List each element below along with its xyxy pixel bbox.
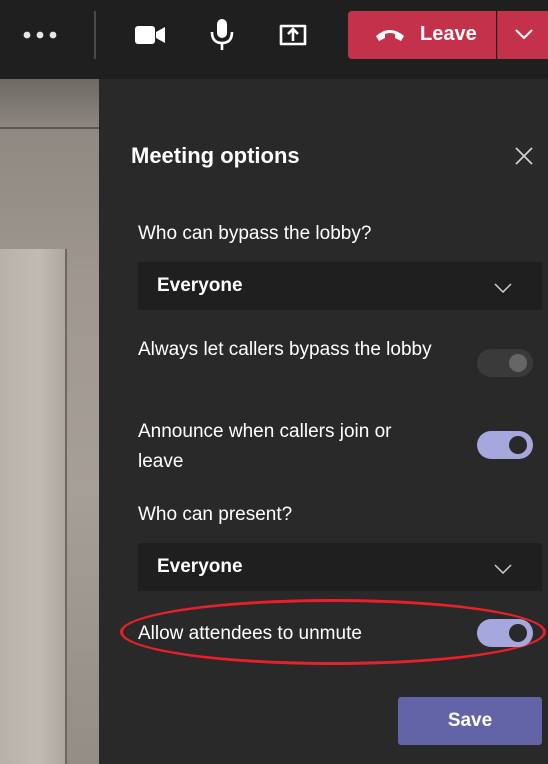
- toggle-knob: [509, 354, 527, 372]
- leave-options-button[interactable]: [497, 11, 548, 59]
- chevron-down-icon: [494, 561, 512, 579]
- callers-bypass-toggle[interactable]: [477, 349, 533, 377]
- close-icon[interactable]: [513, 145, 535, 167]
- callers-bypass-label: Always let callers bypass the lobby: [138, 339, 432, 360]
- bypass-lobby-value: Everyone: [157, 275, 243, 296]
- save-button[interactable]: Save: [398, 697, 542, 745]
- video-edge-line: [0, 127, 99, 129]
- share-screen-icon[interactable]: [271, 14, 315, 56]
- leave-button[interactable]: Leave: [348, 11, 496, 59]
- panel-title: Meeting options: [131, 143, 300, 168]
- toolbar-divider: [94, 11, 96, 59]
- present-dropdown[interactable]: Everyone: [138, 543, 542, 591]
- chevron-down-icon: [494, 280, 512, 298]
- present-value: Everyone: [157, 556, 243, 577]
- teams-meeting-window: Leave Meeting options Who can bypass the…: [0, 0, 548, 764]
- more-dots-icon[interactable]: [18, 18, 62, 52]
- bypass-lobby-label: Who can bypass the lobby?: [138, 223, 372, 244]
- allow-unmute-toggle[interactable]: [477, 619, 533, 647]
- chevron-down-icon: [514, 26, 533, 44]
- video-ceiling: [0, 79, 99, 127]
- announce-callers-label: Announce when callers join or leave: [138, 421, 392, 472]
- video-camera-icon[interactable]: [128, 14, 172, 56]
- leave-label: Leave: [420, 23, 477, 45]
- video-wall-panel: [0, 249, 67, 764]
- microphone-icon[interactable]: [200, 14, 244, 56]
- meeting-options-panel: Meeting options Who can bypass the lobby…: [99, 79, 548, 764]
- hang-up-icon: [374, 24, 406, 51]
- bypass-lobby-dropdown[interactable]: Everyone: [138, 262, 542, 310]
- toggle-knob: [509, 436, 527, 454]
- announce-callers-toggle[interactable]: [477, 431, 533, 459]
- toggle-knob: [509, 624, 527, 642]
- allow-unmute-label: Allow attendees to unmute: [138, 623, 362, 644]
- video-feed: [0, 79, 99, 764]
- present-label: Who can present?: [138, 504, 293, 525]
- meeting-toolbar: Leave: [0, 0, 548, 79]
